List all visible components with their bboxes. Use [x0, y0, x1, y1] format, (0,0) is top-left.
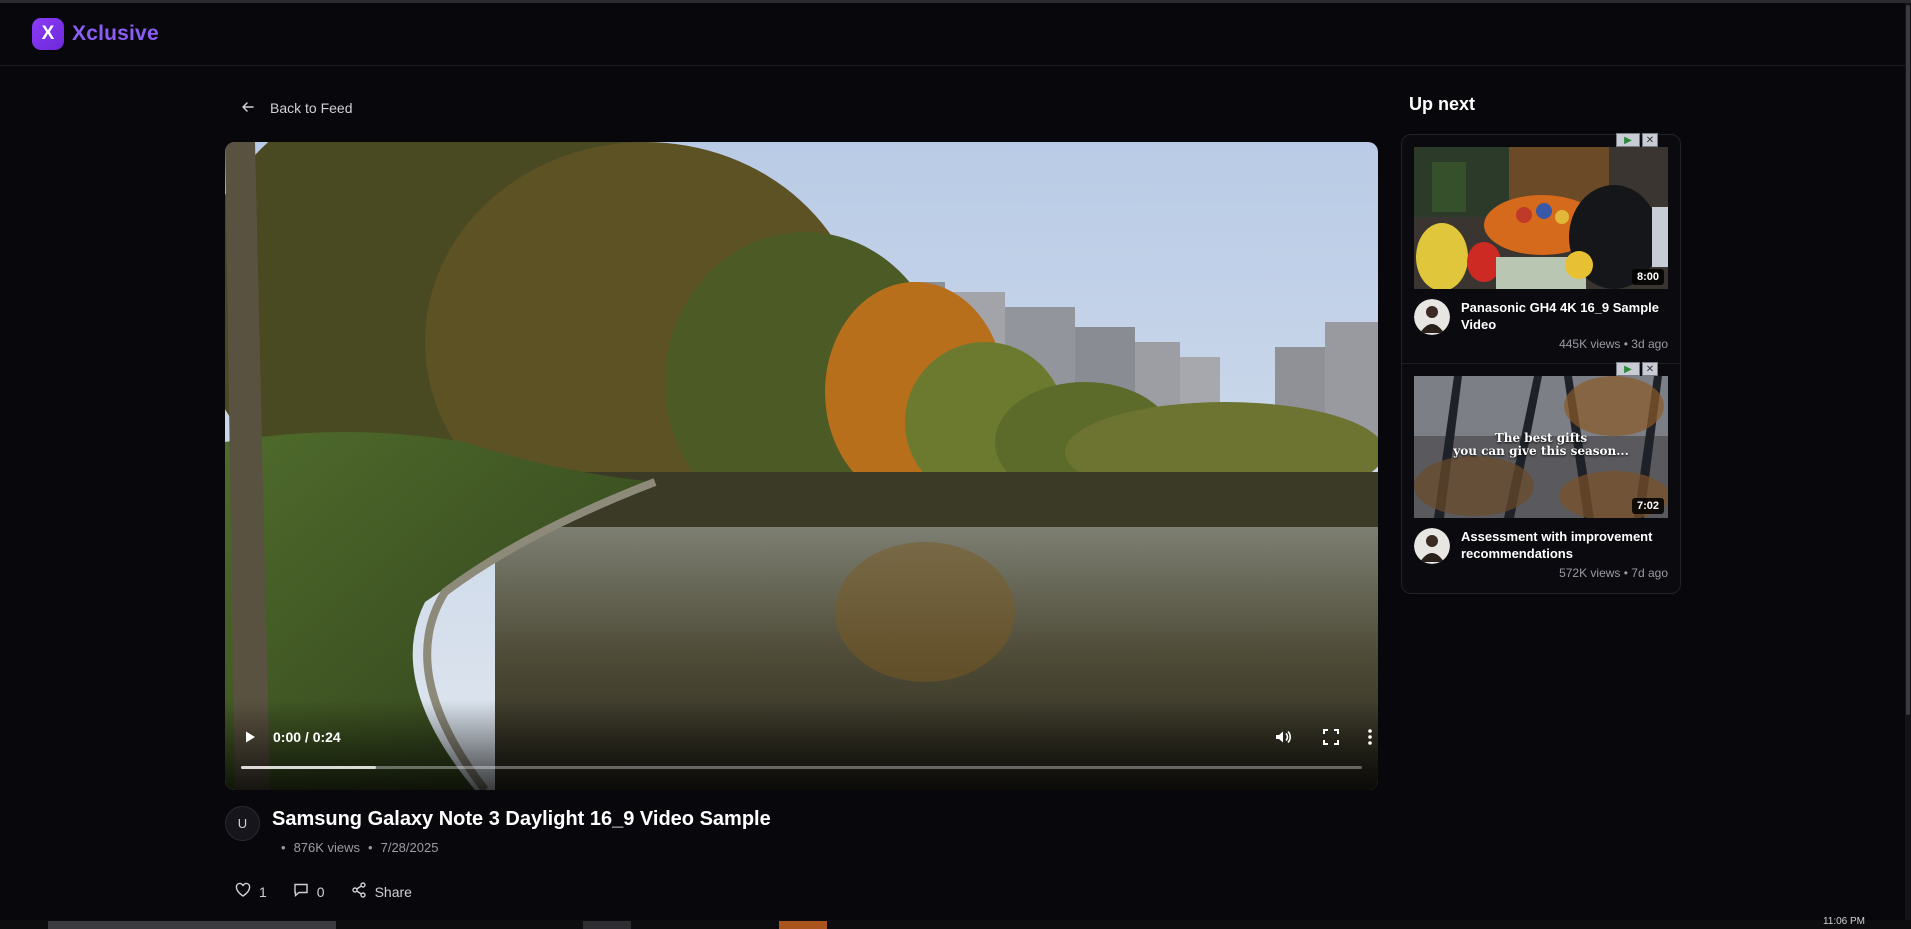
- taskbar-app[interactable]: [779, 921, 827, 929]
- ad-play-icon[interactable]: ▶: [1616, 133, 1640, 147]
- up-next-stats: 445K views • 3d ago: [1559, 337, 1668, 351]
- video-actions: 1 0 Share: [235, 882, 438, 901]
- controls-overlay: [225, 700, 1378, 790]
- up-next-title[interactable]: Panasonic GH4 4K 16_9 Sample Video: [1461, 299, 1666, 333]
- share-icon: [351, 882, 367, 901]
- video-stats: • 876K views • 7/28/2025: [281, 840, 438, 855]
- volume-icon: [1274, 728, 1292, 749]
- thumbnail-caption: The best gifts you can give this season.…: [1414, 432, 1668, 458]
- heart-icon: [235, 882, 251, 901]
- fullscreen-icon: [1323, 728, 1339, 748]
- comment-count: 0: [316, 883, 325, 900]
- taskbar-app[interactable]: [583, 921, 631, 929]
- logo-badge[interactable]: X: [32, 18, 64, 50]
- taskbar-clock: 11:06 PM: [1822, 916, 1865, 927]
- arrow-left-icon: [240, 99, 256, 118]
- ad-badge[interactable]: ▶ ✕: [1616, 133, 1658, 147]
- comment-icon: [293, 882, 309, 901]
- app-name[interactable]: Xclusive: [72, 22, 159, 46]
- like-button[interactable]: 1: [235, 882, 267, 901]
- time-display: 0:00 / 0:24: [273, 729, 341, 745]
- video-thumbnail[interactable]: 8:00: [1414, 147, 1668, 289]
- seek-bar[interactable]: [241, 766, 1362, 769]
- back-to-feed-label: Back to Feed: [270, 100, 353, 116]
- thumbnail-image: [1414, 147, 1668, 289]
- play-button[interactable]: [239, 727, 261, 749]
- ad-close-icon[interactable]: ✕: [1642, 133, 1658, 147]
- bullet: •: [281, 840, 286, 855]
- video-thumbnail[interactable]: The best gifts you can give this season.…: [1414, 376, 1668, 518]
- ad-close-icon[interactable]: ✕: [1642, 362, 1658, 376]
- channel-avatar[interactable]: [1414, 528, 1450, 564]
- up-next-list: 8:00 ▶ ✕ Panasonic GH4 4K 16_9 Sample Vi…: [1401, 133, 1681, 594]
- up-next-item[interactable]: The best gifts you can give this season.…: [1402, 362, 1680, 591]
- more-options-button[interactable]: [1365, 725, 1375, 751]
- up-next-title[interactable]: Assessment with improvement recommendati…: [1461, 528, 1666, 562]
- more-vertical-icon: [1368, 728, 1372, 748]
- ad-play-icon[interactable]: ▶: [1616, 362, 1640, 376]
- up-next-heading: Up next: [1409, 94, 1476, 114]
- view-count: 876K views: [293, 840, 361, 855]
- share-button[interactable]: Share: [351, 882, 412, 901]
- taskbar-app[interactable]: [48, 921, 336, 929]
- back-to-feed-link[interactable]: Back to Feed: [240, 96, 353, 120]
- bullet: •: [368, 840, 373, 855]
- video-frame: [225, 142, 1378, 790]
- like-count: 1: [259, 883, 267, 900]
- thumbnail-caption-line: you can give this season...: [1453, 444, 1629, 458]
- app-header: X Xclusive: [0, 3, 1905, 66]
- video-duration: 8:00: [1631, 269, 1664, 285]
- upload-date: 7/28/2025: [380, 840, 439, 855]
- volume-button[interactable]: [1270, 725, 1296, 751]
- video-player[interactable]: 0:00 / 0:24: [225, 142, 1378, 790]
- channel-avatar[interactable]: [1414, 299, 1450, 335]
- play-icon: [243, 730, 257, 747]
- author-avatar[interactable]: U: [225, 806, 260, 841]
- share-label: Share: [374, 883, 412, 900]
- page-scrollbar[interactable]: [1905, 3, 1911, 922]
- fullscreen-button[interactable]: [1318, 725, 1344, 751]
- comment-button[interactable]: 0: [293, 882, 325, 901]
- scrollbar-thumb[interactable]: [1906, 5, 1910, 715]
- video-title: Samsung Galaxy Note 3 Daylight 16_9 Vide…: [272, 808, 771, 830]
- buffered-range: [241, 766, 376, 769]
- os-taskbar: 11:06 PM: [0, 916, 1911, 929]
- video-duration: 7:02: [1631, 498, 1664, 514]
- ad-badge[interactable]: ▶ ✕: [1616, 362, 1658, 376]
- up-next-stats: 572K views • 7d ago: [1559, 566, 1668, 580]
- up-next-item[interactable]: 8:00 ▶ ✕ Panasonic GH4 4K 16_9 Sample Vi…: [1402, 133, 1680, 363]
